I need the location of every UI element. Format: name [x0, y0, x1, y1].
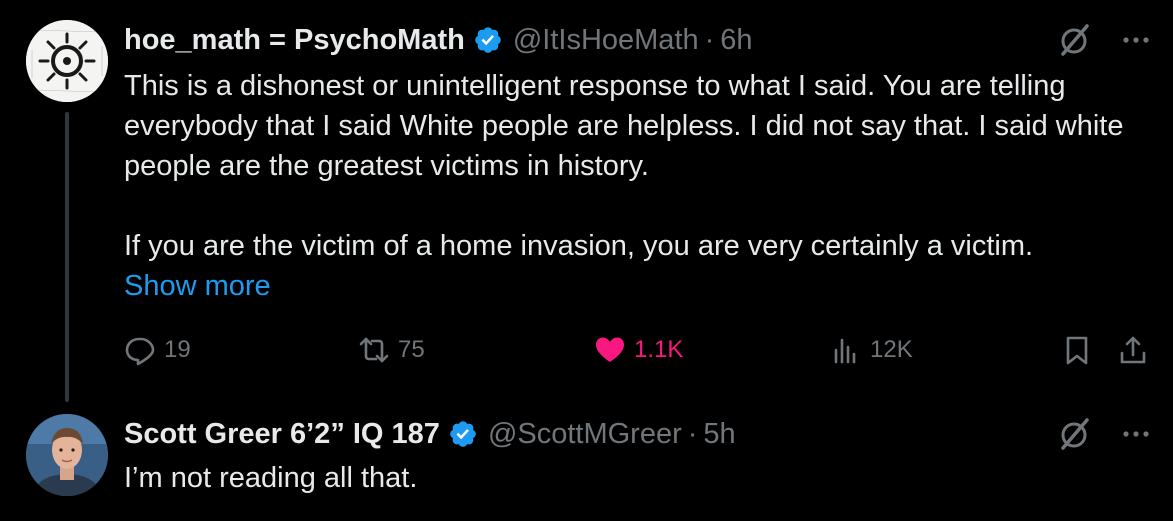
share-icon	[1120, 336, 1146, 364]
verified-badge-icon	[475, 27, 501, 53]
display-name[interactable]: hoe_math = PsychoMath	[124, 24, 465, 57]
avatar-photo	[26, 414, 108, 496]
reply-icon	[125, 337, 155, 366]
more-icon[interactable]	[1119, 417, 1153, 451]
reply-count: 19	[164, 336, 191, 363]
handle[interactable]: @ScottMGreer	[488, 418, 682, 451]
header-actions	[1057, 414, 1153, 454]
reply-button[interactable]: 19	[124, 330, 191, 370]
thread-connector-line	[65, 112, 69, 402]
like-icon	[596, 337, 624, 362]
display-name[interactable]: Scott Greer 6’2” IQ 187	[124, 418, 440, 451]
avatar[interactable]	[26, 20, 108, 102]
view-count: 12K	[870, 336, 913, 363]
like-button[interactable]: 1.1K	[594, 330, 683, 370]
tweet-scott-greer[interactable]: Scott Greer 6’2” IQ 187 @ScottMGreer · 5…	[0, 400, 1173, 521]
show-more-link[interactable]: Show more	[124, 266, 271, 306]
grok-icon[interactable]	[1057, 22, 1093, 58]
views-button[interactable]: 12K	[830, 330, 913, 370]
avatar-sun-symbol	[26, 20, 108, 102]
handle[interactable]: @ItIsHoeMath	[513, 24, 699, 57]
like-count: 1.1K	[634, 336, 684, 363]
tweet-header: Scott Greer 6’2” IQ 187 @ScottMGreer · 5…	[124, 414, 1153, 454]
share-button[interactable]	[1117, 330, 1149, 370]
separator-dot: ·	[704, 23, 715, 56]
repost-count: 75	[398, 336, 425, 363]
tweet-hoe-math[interactable]: hoe_math = PsychoMath @ItIsHoeMath · 6h …	[0, 0, 1173, 402]
avatar[interactable]	[26, 414, 108, 496]
bookmark-icon	[1066, 336, 1088, 365]
tweet-header: hoe_math = PsychoMath @ItIsHoeMath · 6h	[124, 20, 1153, 60]
bookmark-button[interactable]	[1061, 330, 1093, 370]
header-actions	[1057, 20, 1153, 60]
views-icon	[834, 338, 856, 364]
more-icon[interactable]	[1119, 23, 1153, 57]
timestamp[interactable]: 5h	[703, 418, 735, 451]
repost-button[interactable]: 75	[358, 330, 425, 370]
grok-icon[interactable]	[1057, 416, 1093, 452]
tweet-paragraph: This is a dishonest or unintelligent res…	[124, 70, 1124, 182]
tweet-paragraph: I’m not reading all that.	[124, 462, 418, 494]
tweet-actions: 19 75 1.1K 12K	[124, 330, 1159, 370]
timestamp[interactable]: 6h	[720, 24, 752, 57]
tweet-text: I’m not reading all that.	[124, 458, 1143, 498]
tweet-text: This is a dishonest or unintelligent res…	[124, 66, 1143, 266]
tweet-paragraph: If you are the victim of a home invasion…	[124, 230, 1034, 262]
repost-icon	[359, 337, 389, 363]
separator-dot: ·	[687, 417, 698, 450]
verified-badge-icon	[450, 421, 476, 447]
